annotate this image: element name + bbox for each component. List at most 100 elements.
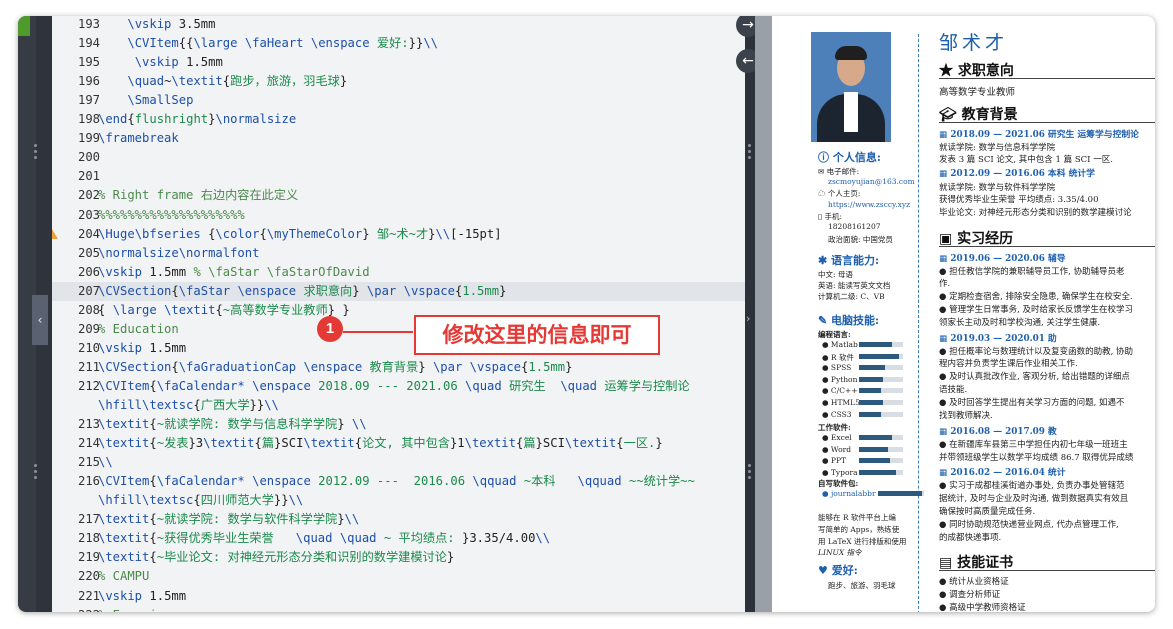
resize-handle-top[interactable] [34, 144, 37, 166]
skill-name: ● Python [822, 374, 858, 384]
code-line[interactable]: 198 \end{flushright}\normalsize [52, 110, 745, 129]
skills-note-4: LINUX 指令 [818, 548, 862, 557]
hobby-list: 跑步、旅游、羽毛球 [828, 581, 896, 590]
code-line[interactable]: 194 \CVItem{{\large \faHeart \enspace 爱好… [52, 34, 745, 53]
code-line[interactable]: 204 \Huge\bfseries {\color{\myThemeColor}… [52, 225, 745, 244]
code-line[interactable]: \hfill\textsc{四川师范大学}}\\ [52, 491, 745, 510]
skill-level-bar [859, 469, 903, 475]
skill-level-fill [859, 353, 899, 359]
code-text: \textit{~毕业论文: 对神经元形态分类和识别的数学建模讨论} [98, 550, 455, 565]
code-line[interactable]: 195 \vskip 1.5mm [52, 53, 745, 72]
code-line[interactable]: 214 \textit{~发表}3\textit{篇}SCI\textit{论文,… [52, 434, 745, 453]
pc-skills-heading: ✎ 电脑技能: [818, 314, 880, 327]
split-divider[interactable]: › [745, 16, 755, 612]
skill-level-fill [859, 411, 881, 417]
code-line[interactable]: 207 \CVSection{\faStar \enspace 求职意向} \pa… [52, 281, 745, 301]
app-window: ‹ 193 \vskip 3.5mm 194 \CVItem{{\large \f… [18, 16, 1155, 612]
line-number: 196 [77, 74, 100, 89]
code-text: \textit{~获得优秀毕业生荣誉 \quad \quad ~ 平均绩点: }… [98, 531, 551, 546]
code-line[interactable]: 203%%%%%%%%%%%%%%%%%%%% [52, 206, 745, 225]
code-line[interactable]: 218 \textit{~获得优秀毕业生荣誉 \quad \quad ~ 平均绩点… [52, 529, 745, 548]
pdf-preview[interactable]: ⓘ 个人信息: ✉ 电子邮件: zscmoyujian@163.com ☁ 个人… [755, 16, 1155, 612]
homepage-link[interactable]: https://www.zsccy.xyz [828, 200, 910, 209]
skill-level-bar [859, 411, 903, 417]
code-text: \textit{~就读学院: 数学与信息科学学院} \\ [98, 417, 367, 432]
self-package-fill [878, 491, 922, 496]
skill-level-fill [859, 365, 886, 371]
experience-line: 据统计, 及时与企业及时沟通, 做到数据真实有效且 [939, 494, 1129, 504]
section-rule [939, 122, 1155, 123]
code-line[interactable]: 200 [52, 148, 745, 167]
code-line[interactable]: 217 \textit{~就读学院: 数学与软件科学学院}\\ [52, 510, 745, 529]
code-line[interactable]: \hfill\textsc{广西大学}}\\ [52, 396, 745, 415]
skill-name: ● C/C++ [822, 386, 858, 396]
code-line[interactable]: 221 \vskip 1.5mm [52, 587, 745, 606]
code-text: \vskip 1.5mm [98, 340, 187, 355]
experience-line: 程内容并负责学生课后作业相关工作. [939, 359, 1078, 369]
experience-line: ● 及时认真批改作业, 客观分析, 给出错题的详细点 [939, 372, 1130, 382]
code-text: \CVItem{{\large \faHeart \enspace 爱好:}}\… [127, 36, 438, 51]
experience-line: 作. [939, 279, 951, 289]
code-line[interactable]: 211 \CVSection{\faGraduationCap \enspace … [52, 358, 745, 377]
skill-level-fill [859, 342, 892, 347]
code-line[interactable]: 193 \vskip 3.5mm [52, 16, 745, 34]
skill-level-bar [859, 458, 903, 464]
line-number: 222 [52, 606, 100, 612]
experience-entry-4: ▦ 2016.02 — 2016.04 统计 [939, 468, 1066, 478]
code-line[interactable]: 212 \CVItem{\faCalendar* \enspace 2018.09… [52, 377, 745, 396]
skill-level-fill [859, 458, 890, 464]
code-line[interactable]: 196 \quad~\textit{跑步，旅游，羽毛球} [52, 72, 745, 91]
divider-grip-top[interactable] [748, 144, 751, 166]
line-number: 211 [77, 359, 100, 374]
code-line[interactable]: 222% Experi [52, 606, 745, 612]
divider-grip-bottom[interactable] [748, 464, 751, 486]
line-number: 209 [77, 321, 100, 336]
code-line[interactable]: 216 \CVItem{\faCalendar* \enspace 2012.09… [52, 472, 745, 491]
resize-handle-bottom[interactable] [34, 464, 37, 486]
skill-level-bar [859, 446, 903, 452]
skill-name: ● Excel [822, 433, 852, 442]
code-line[interactable]: 197 \SmallSep [52, 91, 745, 110]
code-text: % Experi [98, 606, 157, 612]
code-line[interactable]: 202% Right frame 右边内容在此定义 [52, 186, 745, 205]
code-line[interactable]: 206 \vskip 1.5mm % \faStar \faStarOfDavid [52, 263, 745, 282]
hobby-heading: ♥ 爱好: [818, 564, 858, 577]
line-number: 194 [77, 36, 100, 51]
line-number: 213 [77, 417, 100, 432]
code-line[interactable]: 201 [52, 167, 745, 186]
annotation-connector [343, 331, 413, 333]
education-line: 就读学院: 数学与软件科学学院 [939, 183, 1056, 193]
phone-label: ▯ 手机: [818, 212, 843, 221]
warning-icon[interactable] [52, 228, 58, 239]
code-line[interactable]: 220% CAMPU [52, 567, 745, 586]
section-rule [939, 78, 1155, 79]
code-line[interactable]: 213 \textit{~就读学院: 数学与信息科学学院} \\ [52, 415, 745, 434]
experience-line: ● 担任教信学院的兼职辅导员工作, 协助辅导员老 [939, 267, 1125, 277]
line-number: 214 [77, 436, 100, 451]
profile-photo [811, 32, 891, 142]
code-line[interactable]: 215 \\ [52, 453, 745, 472]
objective-heading: ★ 求职意向 [939, 63, 1014, 79]
code-line[interactable]: 219 \textit{~毕业论文: 对神经元形态分类和识别的数学建模讨论} [52, 548, 745, 567]
code-text: \framebreak [98, 131, 179, 146]
code-line[interactable]: 205 \normalsize\normalfont [52, 244, 745, 263]
code-text: \normalsize\normalfont [98, 245, 260, 260]
column-divider [918, 34, 919, 612]
email-link[interactable]: zscmoyujian@163.com [828, 177, 915, 186]
skill-level-bar [859, 388, 903, 394]
code-text: \end{flushright}\normalsize [98, 112, 297, 127]
code-editor[interactable]: 193 \vskip 3.5mm 194 \CVItem{{\large \faH… [52, 16, 745, 612]
section-rule [939, 570, 1155, 571]
code-text: \quad~\textit{跑步，旅游，羽毛球} [127, 74, 348, 89]
education-line: 就读学院: 数学与信息科学学院 [939, 143, 1056, 153]
self-package-name: ● journalabbr [822, 489, 876, 498]
code-text: \\ [98, 455, 113, 470]
code-line[interactable]: 199 \framebreak [52, 129, 745, 148]
line-number: 220 [77, 569, 100, 584]
skills-note-3: 用 LaTeX 进行排版和使用 [818, 537, 907, 546]
office-label: 工作软件: [818, 423, 851, 432]
collapse-panel-button[interactable]: ‹ [32, 295, 48, 345]
expand-preview-button[interactable]: › [746, 312, 750, 325]
certificate-item: ● 统计从业资格证 [939, 577, 1009, 587]
certificate-item: ● 高级中学教师资格证 [939, 603, 1026, 612]
